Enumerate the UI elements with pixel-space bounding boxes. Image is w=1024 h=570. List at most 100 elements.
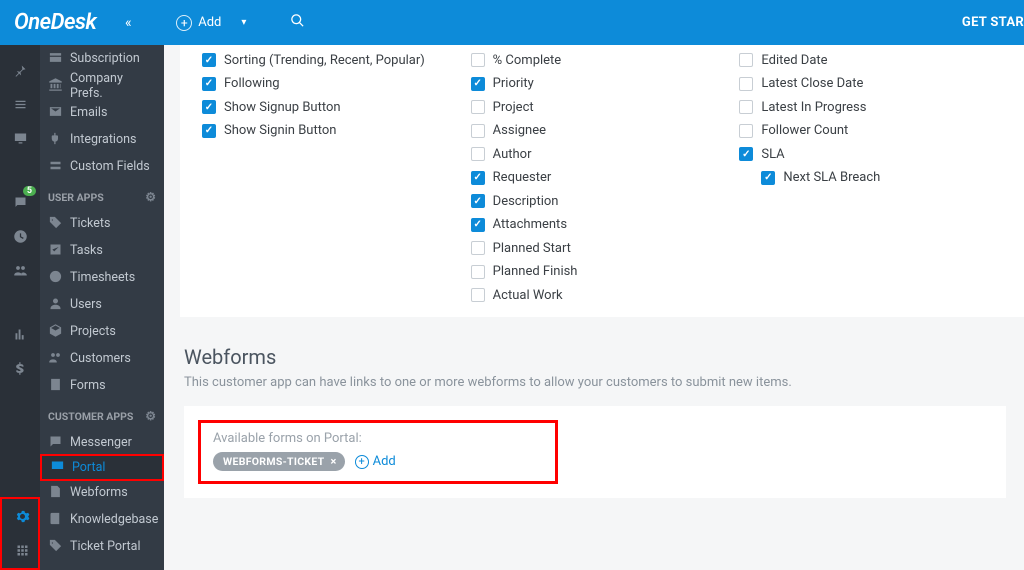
- webforms-desc: This customer app can have links to one …: [184, 375, 1006, 390]
- checkbox-latest-close-date[interactable]: Latest Close Date: [739, 72, 1008, 96]
- nav-custom-fields[interactable]: Custom Fields: [40, 153, 164, 180]
- checkbox-project[interactable]: Project: [471, 96, 740, 120]
- checkbox-label: Requester: [493, 170, 552, 185]
- card-icon: [48, 50, 63, 68]
- nav-knowledgebase[interactable]: Knowledgebase: [40, 506, 164, 533]
- search-button[interactable]: [290, 13, 305, 32]
- get-started-button[interactable]: GET STAR: [962, 15, 1024, 30]
- checkbox-planned-start[interactable]: Planned Start: [471, 237, 740, 261]
- nav-label: Company Prefs.: [70, 71, 156, 101]
- checkbox-assignee[interactable]: Assignee: [471, 119, 740, 143]
- nav-label: Ticket Portal: [70, 539, 140, 554]
- nav-label: Portal: [72, 460, 105, 475]
- add-label: Add: [373, 454, 396, 469]
- checkbox-label: Next SLA Breach: [783, 170, 880, 185]
- checkbox-next-sla-breach[interactable]: ✓Next SLA Breach: [739, 166, 1008, 190]
- nav-label: Custom Fields: [70, 159, 150, 174]
- gear-icon[interactable]: ⚙: [145, 409, 156, 423]
- rail-apps-icon[interactable]: [2, 534, 42, 569]
- checkbox-icon: [471, 265, 485, 279]
- field-icon: [48, 158, 63, 176]
- checkbox-actual-work[interactable]: Actual Work: [471, 284, 740, 308]
- plus-circle-icon: +: [176, 15, 192, 31]
- checkbox-label: Follower Count: [761, 123, 848, 138]
- rail-gear-icon[interactable]: [2, 499, 42, 534]
- rail-message-icon[interactable]: 5: [0, 185, 40, 219]
- checkbox-icon: [471, 100, 485, 114]
- gear-icon[interactable]: ⚙: [145, 190, 156, 204]
- add-webform-button[interactable]: + Add: [355, 454, 396, 469]
- add-button[interactable]: + Add ▾: [166, 15, 256, 31]
- rail-clock-icon[interactable]: [0, 219, 40, 253]
- checkbox-priority[interactable]: ✓Priority: [471, 72, 740, 96]
- nav-subscription[interactable]: Subscription: [40, 45, 164, 72]
- checkbox-show-signup-button[interactable]: ✓Show Signup Button: [202, 96, 471, 120]
- rail-pin-icon[interactable]: [0, 53, 40, 87]
- nav-label: Subscription: [70, 51, 140, 66]
- message-badge: 5: [23, 186, 36, 196]
- screen-icon: [50, 459, 65, 477]
- checkbox-latest-in-progress[interactable]: Latest In Progress: [739, 96, 1008, 120]
- checkbox-sla[interactable]: ✓SLA: [739, 143, 1008, 167]
- nav-tasks[interactable]: Tasks: [40, 237, 164, 264]
- customer-apps-header: CUSTOMER APPS⚙: [40, 399, 164, 429]
- checkbox-icon: ✓: [471, 194, 485, 208]
- checkbox-icon: [471, 124, 485, 138]
- nav-company-prefs-[interactable]: Company Prefs.: [40, 72, 164, 99]
- user-apps-header: USER APPS⚙: [40, 180, 164, 210]
- rail-screen-icon[interactable]: [0, 121, 40, 155]
- brand-logo: OneDesk: [0, 10, 110, 35]
- nav-label: Customers: [70, 351, 131, 366]
- nav-integrations[interactable]: Integrations: [40, 126, 164, 153]
- plus-circle-icon: +: [355, 455, 369, 469]
- nav-webforms[interactable]: Webforms: [40, 479, 164, 506]
- book-icon: [48, 511, 63, 529]
- nav-portal[interactable]: Portal: [40, 454, 164, 481]
- checkbox--complete[interactable]: % Complete: [471, 49, 740, 73]
- checkbox-sorting-trending-recent-popular-[interactable]: ✓Sorting (Trending, Recent, Popular): [202, 49, 471, 73]
- checkbox-author[interactable]: Author: [471, 143, 740, 167]
- nav-forms[interactable]: Forms: [40, 372, 164, 399]
- checkbox-icon: ✓: [471, 171, 485, 185]
- checkbox-description[interactable]: ✓Description: [471, 190, 740, 214]
- webform-chip[interactable]: WEBFORMS-TICKET ×: [213, 452, 345, 471]
- webforms-section: Webforms This customer app can have link…: [180, 333, 1024, 516]
- checkbox-icon: [739, 124, 753, 138]
- checkbox-attachments[interactable]: ✓Attachments: [471, 213, 740, 237]
- nav-label: Webforms: [70, 485, 128, 500]
- collapse-sidebar-button[interactable]: «: [110, 0, 146, 45]
- checkbox-follower-count[interactable]: Follower Count: [739, 119, 1008, 143]
- checkbox-label: Assignee: [493, 123, 546, 138]
- rail-dollar-icon[interactable]: [0, 351, 40, 385]
- checkbox-icon: [471, 288, 485, 302]
- main-content: ✓By Status✓Sorting (Trending, Recent, Po…: [164, 45, 1024, 570]
- checkbox-icon: [739, 100, 753, 114]
- nav-tickets[interactable]: Tickets: [40, 210, 164, 237]
- nav-label: Integrations: [70, 132, 136, 147]
- forms-icon: [48, 484, 63, 502]
- nav-projects[interactable]: Projects: [40, 318, 164, 345]
- checkbox-show-signin-button[interactable]: ✓Show Signin Button: [202, 119, 471, 143]
- checkbox-icon: [471, 53, 485, 67]
- rail-list-icon[interactable]: [0, 87, 40, 121]
- nav-customers[interactable]: Customers: [40, 345, 164, 372]
- rail-chart-icon[interactable]: [0, 317, 40, 351]
- side-nav: Subscription Company Prefs.Emails Integrat…: [40, 45, 164, 570]
- nav-messenger[interactable]: Messenger: [40, 429, 164, 456]
- available-forms-label: Available forms on Portal:: [213, 431, 543, 446]
- rail-users-icon[interactable]: [0, 253, 40, 287]
- checkbox-edited-date[interactable]: Edited Date: [739, 49, 1008, 73]
- checkbox-requester[interactable]: ✓ Requester: [471, 166, 740, 190]
- nav-ticket-portal[interactable]: Ticket Portal: [40, 533, 164, 560]
- tag-icon: [48, 215, 63, 233]
- nav-emails[interactable]: Emails: [40, 99, 164, 126]
- rail-settings-highlight: [0, 497, 40, 570]
- top-bar: OneDesk « + Add ▾ GET STAR: [0, 0, 1024, 45]
- nav-timesheets[interactable]: Timesheets: [40, 264, 164, 291]
- user-icon: [48, 296, 63, 314]
- chip-remove-icon[interactable]: ×: [330, 455, 336, 468]
- nav-users[interactable]: Users: [40, 291, 164, 318]
- checkbox-following[interactable]: ✓Following: [202, 72, 471, 96]
- check-icon: [48, 242, 63, 260]
- checkbox-planned-finish[interactable]: Planned Finish: [471, 260, 740, 284]
